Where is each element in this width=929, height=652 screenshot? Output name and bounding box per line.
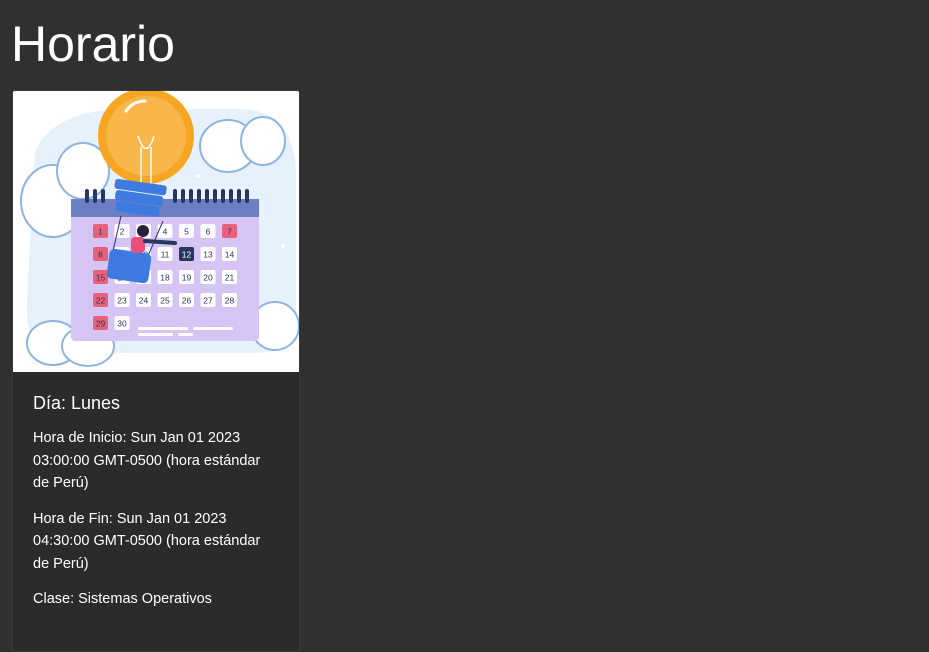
calendar-day-number: 23 <box>117 296 127 306</box>
calendar-day-number: 29 <box>96 319 106 329</box>
calendar-day-number: 11 <box>161 250 170 260</box>
day-label: Día: Lunes <box>33 393 121 413</box>
card-body: Día: Lunes Hora de Inicio: Sun Jan 01 20… <box>13 372 299 611</box>
calendar-day-number: 28 <box>225 296 235 306</box>
calendar-day-number: 24 <box>139 296 149 306</box>
calendar-day-number: 6 <box>206 227 211 237</box>
class-text: Clase: Sistemas Operativos <box>33 591 212 607</box>
calendar-day-number: 25 <box>160 296 170 306</box>
end-time-text: Hora de Fin: Sun Jan 01 2023 04:30:00 GM… <box>33 510 261 572</box>
calendar-day-number: 5 <box>184 227 189 237</box>
calendar-day-number: 8 <box>98 250 103 260</box>
calendar-day-number: 22 <box>96 296 106 306</box>
calendar-day-number: 15 <box>96 273 106 283</box>
calendar-day-number: 1 <box>98 227 103 237</box>
calendar-day-number: 26 <box>182 296 192 306</box>
calendar-illustration: 1234567891011121314151617181920212223242… <box>13 91 299 372</box>
calendar-day-number: 19 <box>182 273 192 283</box>
schedule-card: 1234567891011121314151617181920212223242… <box>12 90 300 652</box>
page-title: Horario <box>11 16 175 72</box>
calendar-day-number: 12 <box>182 250 192 260</box>
calendar-day-number: 20 <box>203 273 213 283</box>
calendar-day-number: 21 <box>225 273 235 283</box>
calendar-day-number: 13 <box>203 250 213 260</box>
calendar-day-number: 7 <box>227 227 232 237</box>
calendar-day-number: 4 <box>163 227 168 237</box>
start-time-text: Hora de Inicio: Sun Jan 01 2023 03:00:00… <box>33 430 261 491</box>
calendar-day-number: 27 <box>203 296 213 306</box>
calendar-day-number: 2 <box>120 227 125 237</box>
calendar-day-number: 30 <box>117 319 127 329</box>
calendar-day-number: 18 <box>160 273 170 283</box>
calendar-day-number: 14 <box>225 250 235 260</box>
